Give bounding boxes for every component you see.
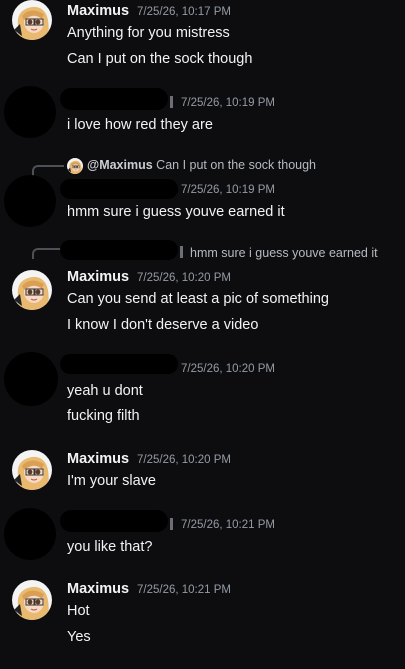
- message-line: Yes: [67, 629, 91, 645]
- reply-author: @Maximus: [87, 158, 153, 172]
- redacted-author: [60, 179, 178, 199]
- message-redacted-reply-1: @Maximus Can I put on the sock though 7/…: [0, 155, 405, 230]
- maximus-avatar-image: [12, 0, 52, 40]
- redacted-reply-author: [60, 240, 178, 260]
- message-line: Anything for you mistress: [67, 25, 230, 41]
- message-line: I know I don't deserve a video: [67, 317, 258, 333]
- redacted-avatar: [4, 175, 56, 227]
- message-line: I'm your slave: [67, 473, 156, 489]
- maximus-avatar[interactable]: [12, 270, 52, 310]
- timestamp: 7/25/26, 10:19 PM: [181, 97, 275, 109]
- reply-connector: [32, 165, 64, 176]
- reply-preview[interactable]: @Maximus Can I put on the sock though: [87, 158, 316, 172]
- timestamp: 7/25/26, 10:20 PM: [137, 454, 231, 466]
- message-maximus-2: hmm sure i guess youve earned it Maximus…: [0, 238, 405, 338]
- timestamp: 7/25/26, 10:19 PM: [181, 184, 275, 196]
- message-maximus-3: Maximus 7/25/26, 10:20 PM I'm your slave: [0, 448, 405, 498]
- message-maximus-4: Maximus 7/25/26, 10:21 PM Hot Yes: [0, 578, 405, 658]
- reply-snippet: Can I put on the sock though: [156, 158, 316, 172]
- redaction-edge: [170, 518, 173, 530]
- redacted-avatar: [4, 508, 56, 560]
- message-line: hmm sure i guess youve earned it: [67, 204, 285, 220]
- maximus-avatar[interactable]: [12, 450, 52, 490]
- timestamp: 7/25/26, 10:17 PM: [137, 6, 231, 18]
- maximus-avatar[interactable]: [12, 0, 52, 40]
- message-line: yeah u dont: [67, 383, 143, 399]
- maximus-avatar[interactable]: [12, 580, 52, 620]
- reply-preview[interactable]: hmm sure i guess youve earned it: [190, 246, 378, 260]
- redaction-edge: [180, 246, 183, 258]
- author-name[interactable]: Maximus: [67, 581, 129, 597]
- message-line: you like that?: [67, 539, 152, 555]
- redacted-author: [60, 510, 168, 532]
- redacted-author: [60, 354, 178, 374]
- redacted-avatar: [4, 86, 56, 138]
- maximus-avatar-image: [12, 580, 52, 620]
- redacted-avatar: [4, 352, 58, 406]
- timestamp: 7/25/26, 10:20 PM: [137, 272, 231, 284]
- maximus-avatar-image: [12, 450, 52, 490]
- message-maximus-1: Maximus 7/25/26, 10:17 PM Anything for y…: [0, 0, 405, 75]
- timestamp: 7/25/26, 10:20 PM: [181, 363, 275, 375]
- author-name[interactable]: Maximus: [67, 451, 129, 467]
- maximus-avatar-image: [12, 270, 52, 310]
- message-redacted-2: 7/25/26, 10:20 PM yeah u dont fucking fi…: [0, 350, 405, 430]
- redacted-author: [60, 88, 168, 110]
- timestamp: 7/25/26, 10:21 PM: [181, 519, 275, 531]
- message-line: Can I put on the sock though: [67, 51, 252, 67]
- reply-avatar: [67, 158, 83, 174]
- message-line: i love how red they are: [67, 117, 213, 133]
- author-name[interactable]: Maximus: [67, 3, 129, 19]
- timestamp: 7/25/26, 10:21 PM: [137, 584, 231, 596]
- message-line: Can you send at least a pic of something: [67, 291, 329, 307]
- message-redacted-1: 7/25/26, 10:19 PM i love how red they ar…: [0, 84, 405, 144]
- message-line: fucking filth: [67, 408, 140, 424]
- message-line: Hot: [67, 603, 90, 619]
- redaction-edge: [170, 96, 173, 108]
- author-name[interactable]: Maximus: [67, 269, 129, 285]
- message-redacted-3: 7/25/26, 10:21 PM you like that?: [0, 506, 405, 566]
